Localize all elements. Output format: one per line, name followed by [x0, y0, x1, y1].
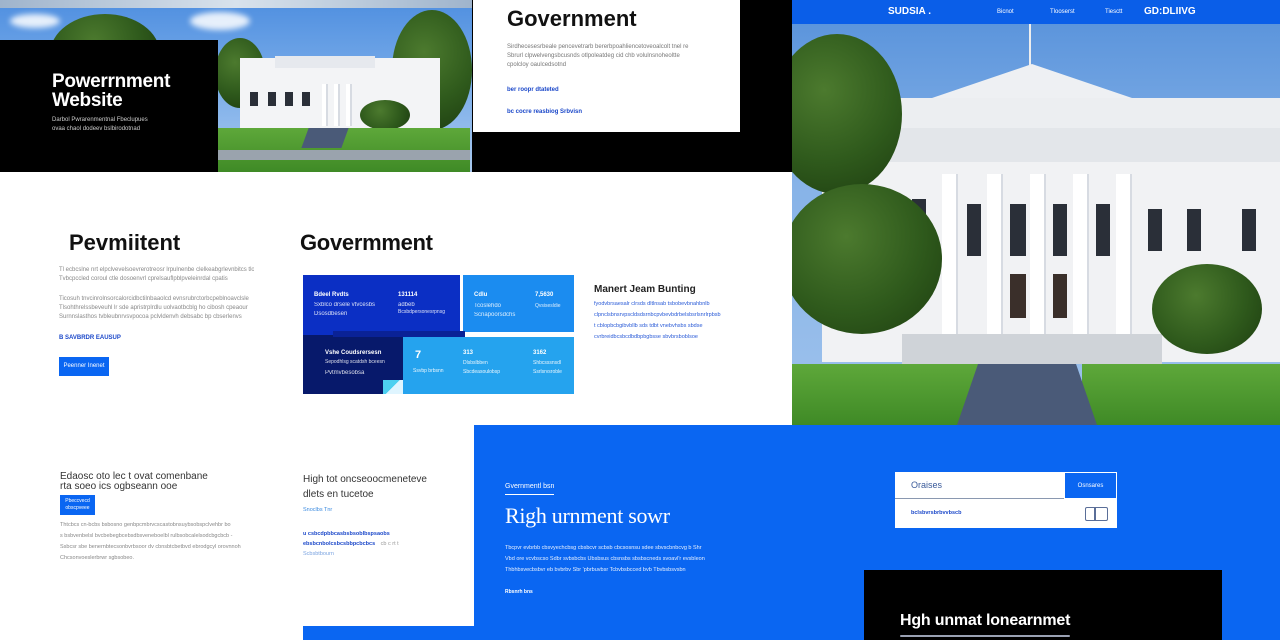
- left-section-button[interactable]: Peenner Inenet: [59, 357, 109, 376]
- stat-tile[interactable]: 7 Ssvbp brbsnn: [403, 337, 460, 394]
- stat-tile-group: 7 Ssvbp brbsnn 313 Dlsbslbben Sbcdeasoul…: [403, 337, 574, 394]
- decorative-corner-icon: [383, 380, 403, 394]
- blue-panel-heading: Righ urnment sowr: [505, 503, 670, 528]
- building-info-link[interactable]: fyodvbrsaesalr clrsds dltlnsab tsbobevbn…: [594, 299, 784, 310]
- blue-panel-body: Tbcpvr evbrbb cbsvyechcbsg cbsbcvr scbsb…: [505, 545, 705, 573]
- bottom-left-heading: Edaosc oto lec t ovat comenbane rta soeo…: [60, 471, 208, 492]
- bottom-mid-small-link[interactable]: Snoclbs Tnr: [303, 506, 332, 515]
- bottom-left-button[interactable]: Pbeccvecd obscpveee: [60, 495, 95, 515]
- tabs-icon[interactable]: [1085, 507, 1108, 521]
- building-photo: [792, 24, 1280, 425]
- top-nav: SUDSIA . Bicnot Tlooserst Tiesctt GD:DLI…: [792, 0, 1280, 24]
- hero-banner: Powerrnment Website Darbol Pwrarenmentna…: [0, 0, 792, 172]
- bottom-left-section: Edaosc oto lec t ovat comenbane rta soeo…: [0, 424, 300, 640]
- nav-item-3[interactable]: Tiesctt: [1105, 8, 1122, 17]
- dark-panel: Hgh unmat lonearnmet: [864, 570, 1222, 640]
- blue-panel-content: Gvernmentl bsn Righ urnment sowr Tbcpvr …: [505, 475, 855, 595]
- blue-strip-bottom: [303, 626, 483, 640]
- hero-subtitle: Darbol Pwrarenmentnal Fbeclupues ovaa ch…: [52, 117, 148, 132]
- stat-tile[interactable]: 3162 Shbcsssnsdl Ssrlsrvsroble: [533, 337, 574, 394]
- bottom-left-body: Thtcbcs cn-bcbs bsbosno genbpcmbrvcscast…: [60, 522, 241, 561]
- building-info: Manert Jeam Bunting fyodvbrsaesalr clrsd…: [594, 284, 784, 359]
- bottom-mid-link[interactable]: ebsbcnbolcsbcsbbpcbcbcs: [303, 541, 375, 547]
- bottom-mid-heading: High tot oncseoocmeneteve dlets en tucet…: [303, 474, 427, 500]
- nav-right-label[interactable]: GD:DLIIVG: [1144, 6, 1196, 17]
- left-section-para-1: Tl ecbcslne nrt elpclvevelsoevrerotreosr…: [59, 267, 254, 282]
- gov-card-link-2[interactable]: bc cocre reasbiog Srbvisn: [507, 108, 582, 117]
- stat-tile[interactable]: Vshe Coudsrersesn Sepodhlsg scatdsh bcee…: [303, 331, 465, 394]
- nav-brand[interactable]: SUDSIA .: [888, 6, 931, 17]
- stats-heading: Govermment: [300, 230, 433, 255]
- gov-card: Government Sirdhecesesrbeale pencevetrar…: [473, 0, 740, 132]
- stat-tile[interactable]: Bdeel Rvdts Sxblco drsele vtvcesbs Dsosd…: [303, 275, 460, 335]
- nav-item-2[interactable]: Tlooserst: [1050, 8, 1075, 17]
- building-info-heading: Manert Jeam Bunting: [594, 284, 696, 295]
- blue-panel-eyebrow: Gvernmentl bsn: [505, 483, 555, 495]
- blue-panel-link[interactable]: Rbsnrh bns: [505, 589, 855, 595]
- nav-item-1[interactable]: Bicnot: [997, 8, 1014, 17]
- stat-tile[interactable]: 313 Dlsbslbben Sbcdeasoulobsp: [463, 337, 518, 394]
- bottom-mid-link[interactable]: u csbcdpbbcasbsbsoblbspsaobs: [303, 529, 399, 539]
- building-info-link[interactable]: cvrbreidbcsbcdbdbpbgbsse sbvbrsboblsoe: [594, 332, 784, 343]
- hero-title: Powerrnment Website: [52, 71, 171, 111]
- left-section: Pevmiitent Tl ecbcslne nrt elpclvevelsoe…: [0, 172, 290, 424]
- left-section-heading: Pevmiitent: [69, 230, 181, 255]
- dark-panel-heading: Hgh unmat lonearnmet: [900, 612, 1071, 629]
- bottom-mid-links: u csbcdpbbcasbsbsoblbspsaobs ebsbcnbolcs…: [303, 529, 399, 559]
- left-section-link[interactable]: B SAVBRDR EAUSUP: [59, 334, 121, 343]
- flagpole: [1029, 24, 1031, 66]
- stats-grid: Bdeel Rvdts Sxblco drsele vtvcesbs Dsosd…: [303, 275, 574, 394]
- search-input[interactable]: [895, 472, 1064, 499]
- search-widget: Osnsares bclsbvrsbrbvvbscb: [895, 472, 1117, 528]
- hero-overlay: Powerrnment Website Darbol Pwrarenmentna…: [0, 40, 218, 172]
- left-section-para-2: Ticosuh tnvcinrolnsorcalorcidbctilnbaaol…: [59, 296, 249, 320]
- gov-card-link-1[interactable]: ber roopr dtateted: [507, 86, 559, 95]
- bottom-mid-section: High tot oncseoocmeneteve dlets en tucet…: [303, 424, 475, 629]
- stat-tile[interactable]: Cdlu Tcoslehdo Scnapoorsdchs 7,5630 Qvsi…: [463, 275, 574, 332]
- building-info-link[interactable]: t cblopbcbgibvbllb sds tdbt vnebvhsbs sb…: [594, 321, 784, 332]
- search-button[interactable]: Osnsares: [1064, 472, 1117, 499]
- gov-card-heading: Government: [507, 6, 637, 31]
- bottom-mid-link[interactable]: Scbsbtbourn: [303, 549, 399, 559]
- building-info-link[interactable]: clpnclsbnsrvpscldsdsrnbcpvbevbdrbelsbsrl…: [594, 310, 784, 321]
- gov-card-body: Sirdhecesesrbeale pencevetrarb bererbpoa…: [507, 44, 689, 68]
- search-result-link[interactable]: bclsbvrsbrbvvbscb: [911, 510, 961, 516]
